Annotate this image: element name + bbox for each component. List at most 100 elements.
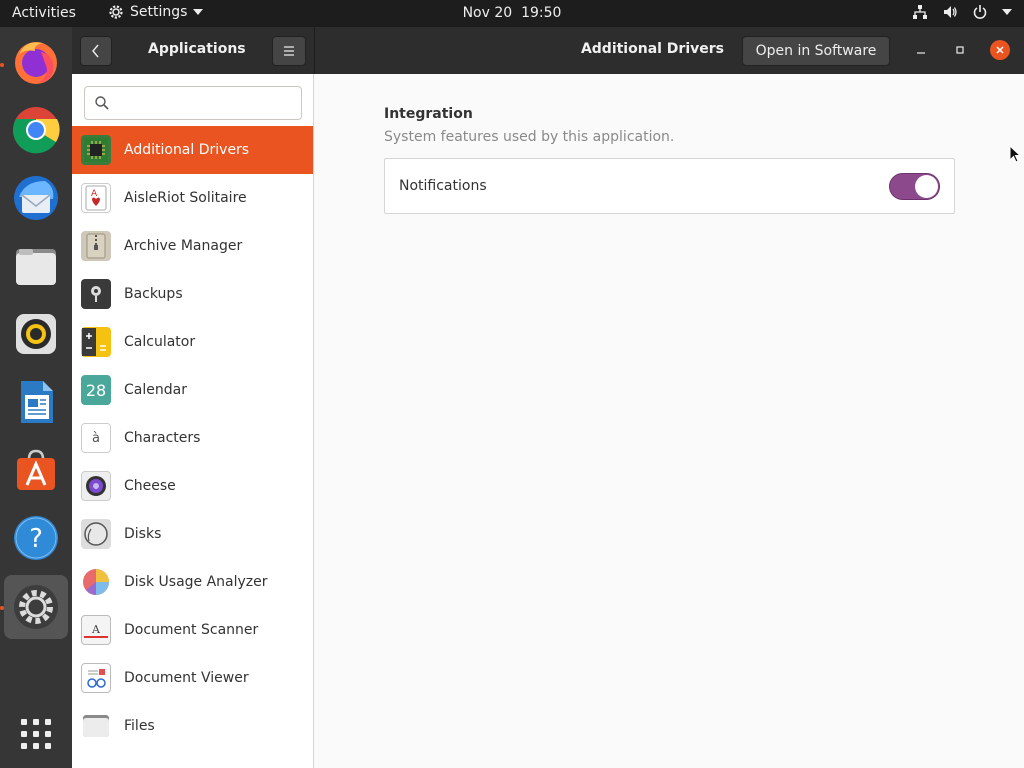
mouse-pointer-icon (1009, 145, 1021, 163)
app-label: Characters (124, 430, 201, 446)
sidebar-title: Applications (148, 41, 246, 57)
dock-thunderbird[interactable] (4, 166, 68, 230)
app-label: Additional Drivers (124, 142, 250, 158)
dock-ubuntu-software[interactable] (4, 438, 68, 502)
disk-icon (81, 519, 111, 549)
top-bar: Activities Settings Nov 20 19:50 (0, 0, 1024, 27)
app-row-document-viewer[interactable]: Document Viewer (72, 654, 313, 702)
document-viewer-icon (81, 663, 111, 693)
calendar-icon: 28 (81, 375, 111, 405)
settings-window: Applications Additional Drivers Open in … (72, 27, 1024, 768)
app-label: Calculator (124, 334, 196, 350)
dock-settings[interactable] (4, 575, 68, 639)
volume-icon (944, 6, 957, 18)
section-title: Integration (384, 106, 473, 122)
toggle-knob (915, 175, 938, 198)
calendar-day: 28 (85, 380, 107, 400)
app-details-panel: Integration System features used by this… (315, 74, 1024, 768)
minimize-button[interactable] (911, 40, 931, 60)
gear-icon (109, 5, 123, 19)
app-label: Archive Manager (124, 238, 243, 254)
app-list: Additional Drivers A AisleRiot Solitaire… (72, 126, 313, 750)
search-input[interactable] (84, 86, 302, 120)
notifications-row: Notifications (384, 158, 955, 214)
folder-icon (16, 249, 56, 285)
app-label: Calendar (124, 382, 187, 398)
cards-icon: A (81, 183, 111, 213)
app-menu[interactable]: Settings (108, 4, 204, 20)
dock-rhythmbox[interactable] (4, 302, 68, 366)
folder-icon (81, 711, 111, 741)
svg-text:A: A (91, 189, 98, 199)
writer-icon (21, 381, 53, 423)
open-in-software-button[interactable]: Open in Software (742, 36, 890, 66)
app-row-characters[interactable]: à Characters (72, 414, 313, 462)
chrome-icon (13, 107, 60, 154)
panel-title: Additional Drivers (580, 41, 724, 57)
safe-icon (81, 279, 111, 309)
close-icon (996, 46, 1004, 54)
app-label: Document Viewer (124, 670, 249, 686)
grid-icon (21, 719, 51, 749)
chevron-down-icon (1002, 9, 1012, 15)
back-button[interactable] (80, 36, 112, 66)
app-row-document-scanner[interactable]: A Document Scanner (72, 606, 313, 654)
calculator-icon (81, 327, 111, 357)
apps-sidebar: Additional Drivers A AisleRiot Solitaire… (72, 74, 314, 768)
svg-text:?: ? (29, 524, 43, 554)
header-divider (314, 27, 315, 74)
pie-icon (81, 567, 111, 597)
camera-icon (81, 471, 111, 501)
app-label: Files (124, 718, 155, 734)
app-row-calendar[interactable]: 28 Calendar (72, 366, 313, 414)
app-row-disks[interactable]: Disks (72, 510, 313, 558)
dock-firefox[interactable] (4, 30, 68, 94)
dock: ? (0, 27, 72, 768)
help-icon: ? (14, 516, 58, 560)
maximize-button[interactable] (950, 40, 970, 60)
speaker-icon (16, 314, 56, 354)
scanner-icon: A (81, 615, 111, 645)
app-row-aisleriot[interactable]: A AisleRiot Solitaire (72, 174, 313, 222)
app-menu-label: Settings (130, 4, 188, 20)
chevron-left-icon (92, 44, 99, 58)
header-bar: Applications Additional Drivers Open in … (72, 27, 1024, 74)
app-label: Disks (124, 526, 162, 542)
network-icon (913, 5, 927, 19)
minimize-icon (917, 52, 925, 54)
settings-gear-icon (14, 585, 58, 629)
clock-date: Nov 20 (462, 5, 513, 21)
characters-icon: à (81, 423, 111, 453)
app-row-backups[interactable]: Backups (72, 270, 313, 318)
clock-time: 19:50 (521, 5, 562, 21)
power-icon (973, 5, 987, 19)
app-row-cheese[interactable]: Cheese (72, 462, 313, 510)
app-row-calculator[interactable]: Calculator (72, 318, 313, 366)
dock-chrome[interactable] (4, 98, 68, 162)
characters-glyph: à (92, 430, 100, 446)
notifications-label: Notifications (399, 178, 487, 194)
app-label: Backups (124, 286, 183, 302)
section-subtitle: System features used by this application… (384, 129, 675, 145)
dock-writer[interactable] (4, 370, 68, 434)
system-tray[interactable] (912, 4, 1012, 20)
chip-icon (81, 135, 111, 165)
close-button[interactable] (990, 40, 1010, 60)
app-row-additional-drivers[interactable]: Additional Drivers (72, 126, 313, 174)
thunderbird-icon (14, 176, 58, 220)
app-row-archive-manager[interactable]: Archive Manager (72, 222, 313, 270)
show-applications[interactable] (4, 702, 68, 766)
dock-help[interactable]: ? (4, 506, 68, 570)
menu-button[interactable] (272, 36, 306, 66)
app-row-files[interactable]: Files (72, 702, 313, 750)
app-label: AisleRiot Solitaire (124, 190, 247, 206)
search-icon (95, 96, 109, 110)
notifications-toggle[interactable] (889, 173, 940, 200)
scan-line (84, 635, 108, 638)
activities-button[interactable]: Activities (12, 5, 76, 21)
app-row-disk-usage-analyzer[interactable]: Disk Usage Analyzer (72, 558, 313, 606)
app-label: Disk Usage Analyzer (124, 574, 268, 590)
dock-files[interactable] (4, 234, 68, 298)
archive-icon (81, 231, 111, 261)
clock-button[interactable]: Nov 20 19:50 (463, 5, 562, 21)
